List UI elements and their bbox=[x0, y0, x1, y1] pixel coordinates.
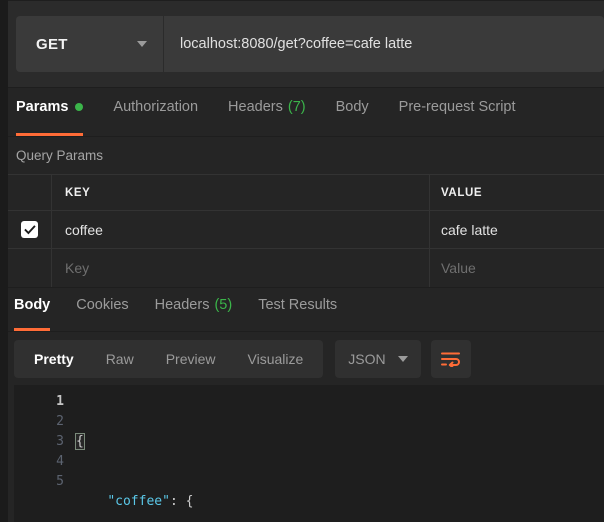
response-format-label: JSON bbox=[348, 350, 386, 367]
json-colon: : bbox=[169, 494, 186, 509]
code-line-2: "coffee": { bbox=[76, 492, 604, 512]
response-tab-body-label: Body bbox=[14, 297, 51, 313]
postman-request-response-panel: GET localhost:8080/get?coffee=cafe latte… bbox=[0, 0, 604, 522]
response-body-code-viewer[interactable]: 1 2 3 4 5 { "coffee": { "name": "cafe la… bbox=[14, 385, 604, 522]
viewer-mode-raw[interactable]: Raw bbox=[90, 340, 150, 378]
response-tab-headers[interactable]: Headers (5) bbox=[155, 288, 233, 331]
column-header-key: KEY bbox=[52, 175, 430, 210]
response-viewer-toolbar: Pretty Raw Preview Visualize JSON bbox=[0, 332, 604, 385]
row-checkbox-cell bbox=[8, 211, 52, 248]
http-method-label: GET bbox=[36, 35, 68, 53]
json-open-brace: { bbox=[75, 433, 85, 450]
table-header-row: KEY VALUE bbox=[8, 175, 604, 211]
tab-body-label: Body bbox=[335, 99, 369, 115]
response-format-dropdown[interactable]: JSON bbox=[335, 339, 421, 378]
response-tab-headers-label: Headers bbox=[154, 297, 210, 313]
code-line-1: { bbox=[75, 432, 604, 452]
tab-body[interactable]: Body bbox=[336, 88, 369, 136]
url-bar: GET localhost:8080/get?coffee=cafe latte bbox=[16, 16, 604, 72]
check-icon bbox=[23, 224, 36, 234]
tab-params[interactable]: Params bbox=[16, 88, 84, 136]
response-tab-headers-count: (5) bbox=[214, 297, 233, 313]
query-params-title: Query Params bbox=[0, 137, 604, 175]
http-method-dropdown[interactable]: GET bbox=[16, 16, 164, 72]
line-number: 3 bbox=[56, 434, 64, 449]
tab-headers-count: (7) bbox=[287, 99, 306, 115]
response-tab-cookies-label: Cookies bbox=[76, 297, 129, 313]
left-edge-rail bbox=[0, 0, 8, 522]
response-tab-test-results[interactable]: Test Results bbox=[258, 288, 337, 331]
chevron-down-icon bbox=[397, 355, 408, 362]
param-key-input[interactable]: coffee bbox=[52, 211, 430, 248]
tab-authorization-label: Authorization bbox=[113, 99, 199, 115]
param-value-input-empty[interactable]: Value bbox=[430, 249, 604, 287]
params-modified-dot-icon bbox=[75, 103, 84, 111]
url-bar-region: GET localhost:8080/get?coffee=cafe latte bbox=[0, 0, 604, 88]
row-checkbox-cell-empty bbox=[8, 249, 52, 287]
tab-params-label: Params bbox=[16, 99, 69, 115]
tab-headers-label: Headers bbox=[228, 99, 283, 115]
code-line-numbers: 1 2 3 4 5 bbox=[14, 392, 76, 522]
response-tab-cookies[interactable]: Cookies bbox=[76, 288, 128, 331]
response-tab-body[interactable]: Body bbox=[14, 288, 51, 331]
json-key-coffee: "coffee" bbox=[107, 494, 170, 509]
chevron-down-icon bbox=[137, 41, 147, 47]
tab-pre-request-script[interactable]: Pre-request Script bbox=[399, 88, 516, 136]
column-header-value: VALUE bbox=[441, 186, 483, 199]
query-params-table: KEY VALUE coffee cafe latte Key Value bbox=[0, 175, 604, 288]
response-tabs: Body Cookies Headers (5) Test Results bbox=[0, 288, 604, 332]
code-content: { "coffee": { "name": "cafe latte" } } bbox=[75, 392, 604, 522]
header-checkbox-cell bbox=[8, 175, 52, 210]
line-number: 4 bbox=[56, 454, 64, 469]
line-number: 2 bbox=[56, 414, 64, 429]
viewer-mode-visualize[interactable]: Visualize bbox=[232, 340, 320, 378]
tab-pre-request-script-label: Pre-request Script bbox=[398, 99, 516, 115]
line-number: 1 bbox=[56, 394, 64, 409]
request-tabs: Params Authorization Headers (7) Body Pr… bbox=[0, 88, 604, 137]
param-value-input[interactable]: cafe latte bbox=[430, 211, 604, 248]
table-row: coffee cafe latte bbox=[8, 211, 604, 249]
viewer-mode-group: Pretty Raw Preview Visualize bbox=[14, 339, 324, 378]
tab-headers[interactable]: Headers (7) bbox=[228, 88, 306, 136]
tab-authorization[interactable]: Authorization bbox=[113, 88, 198, 136]
viewer-mode-pretty[interactable]: Pretty bbox=[18, 340, 90, 378]
param-key-input-empty[interactable]: Key bbox=[52, 249, 430, 287]
viewer-mode-preview[interactable]: Preview bbox=[150, 340, 232, 378]
wrap-lines-button[interactable] bbox=[430, 339, 471, 378]
table-row: Key Value bbox=[8, 249, 604, 287]
param-enabled-checkbox[interactable] bbox=[21, 221, 38, 238]
wrap-lines-icon bbox=[440, 352, 460, 367]
request-url-input[interactable]: localhost:8080/get?coffee=cafe latte bbox=[164, 16, 604, 72]
json-open-brace-nested: { bbox=[185, 494, 194, 509]
response-tab-test-results-label: Test Results bbox=[258, 297, 338, 313]
line-number: 5 bbox=[56, 474, 64, 489]
